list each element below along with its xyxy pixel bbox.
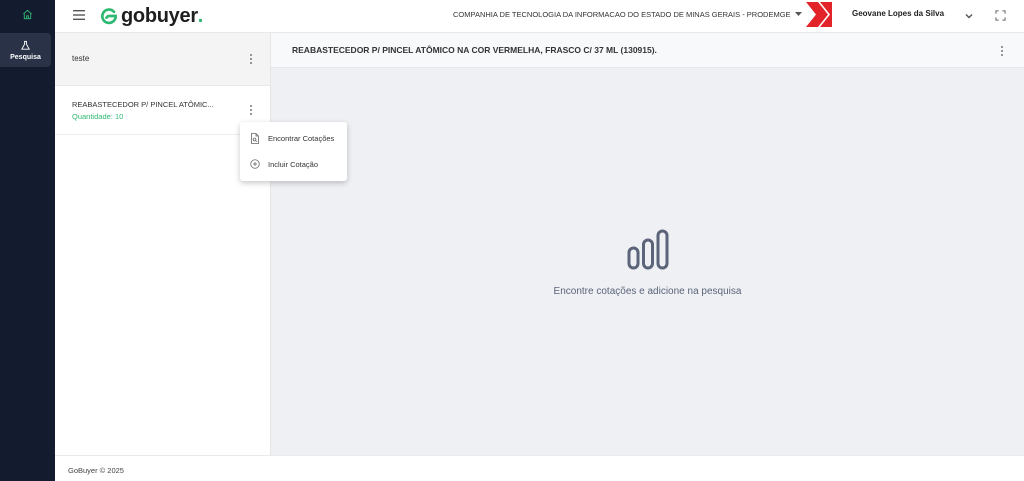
list-item-title: teste xyxy=(72,54,90,63)
kebab-dot xyxy=(250,58,252,60)
page-title: REABASTECEDOR P/ PINCEL ATÔMICO NA COR V… xyxy=(292,45,657,55)
kebab-dot xyxy=(1001,54,1003,56)
content-header: REABASTECEDOR P/ PINCEL ATÔMICO NA COR V… xyxy=(271,33,1024,68)
logo-text: gobuyer xyxy=(121,4,198,27)
menu-item-encontrar-cotacoes[interactable]: Encontrar Cotações xyxy=(240,126,347,150)
document-search-icon xyxy=(251,132,259,144)
hamburger-menu-button[interactable] xyxy=(72,8,86,22)
kebab-dot xyxy=(1001,46,1003,48)
menu-item-incluir-cotacao[interactable]: Incluir Cotação xyxy=(240,152,347,176)
home-icon xyxy=(23,9,32,19)
menu-item-label: Incluir Cotação xyxy=(268,159,319,169)
kebab-dot xyxy=(1001,50,1003,52)
user-name[interactable]: Geovane Lopes da Silva xyxy=(852,9,944,18)
gobuyer-logo[interactable]: gobuyer. xyxy=(99,5,203,27)
empty-state: Encontre cotações e adicione na pesquisa xyxy=(271,228,1024,297)
list-item[interactable]: teste xyxy=(55,33,270,86)
list-item[interactable]: REABASTECEDOR P/ PINCEL ATÔMIC... Quanti… xyxy=(55,87,270,135)
kebab-dot xyxy=(250,113,252,115)
item-context-menu: Encontrar Cotações Incluir Cotação xyxy=(240,122,347,181)
user-menu-toggle[interactable] xyxy=(964,8,974,26)
list-item-title: REABASTECEDOR P/ PINCEL ATÔMIC... xyxy=(72,100,214,109)
top-bar: gobuyer. COMPANHIA DE TECNOLOGIA DA INFO… xyxy=(55,0,1024,33)
company-name: COMPANHIA DE TECNOLOGIA DA INFORMACAO DO… xyxy=(453,10,791,19)
flask-icon xyxy=(21,40,30,50)
kebab-dot xyxy=(250,62,252,64)
menu-item-label: Encontrar Cotações xyxy=(268,133,335,143)
caret-down-icon xyxy=(794,12,802,16)
bar-chart-icon xyxy=(627,229,668,270)
rail-item-label: Pesquisa xyxy=(10,53,41,61)
kebab-dot xyxy=(250,109,252,111)
side-rail: Pesquisa xyxy=(0,0,55,481)
logo-dot: . xyxy=(197,4,204,27)
rail-item-pesquisa[interactable]: Pesquisa xyxy=(0,33,51,67)
item-list-panel: teste REABASTECEDOR P/ PINCEL ATÔMIC... … xyxy=(55,33,271,455)
footer: GoBuyer © 2025 xyxy=(55,455,1024,481)
more-options-button[interactable] xyxy=(245,103,257,117)
home-button[interactable] xyxy=(0,0,55,28)
plus-circle-icon xyxy=(250,159,260,169)
empty-state-message: Encontre cotações e adicione na pesquisa xyxy=(553,286,742,297)
list-item-quantity: Quantidade: 10 xyxy=(72,112,124,121)
fullscreen-button[interactable] xyxy=(995,8,1006,26)
kebab-dot xyxy=(250,105,252,107)
fullscreen-icon xyxy=(995,10,1006,21)
hamburger-icon xyxy=(73,10,85,20)
company-selector[interactable]: COMPANHIA DE TECNOLOGIA DA INFORMACAO DO… xyxy=(453,10,802,19)
main-content: REABASTECEDOR P/ PINCEL ATÔMICO NA COR V… xyxy=(271,33,1024,455)
kebab-dot xyxy=(250,54,252,56)
logo-mark-icon xyxy=(101,8,118,25)
prodemge-logo-icon xyxy=(806,2,832,27)
company-logo xyxy=(806,2,832,27)
chevron-down-icon xyxy=(965,14,973,19)
footer-copyright: GoBuyer © 2025 xyxy=(68,466,124,475)
more-options-button[interactable] xyxy=(245,52,257,66)
more-options-button[interactable] xyxy=(996,44,1008,58)
